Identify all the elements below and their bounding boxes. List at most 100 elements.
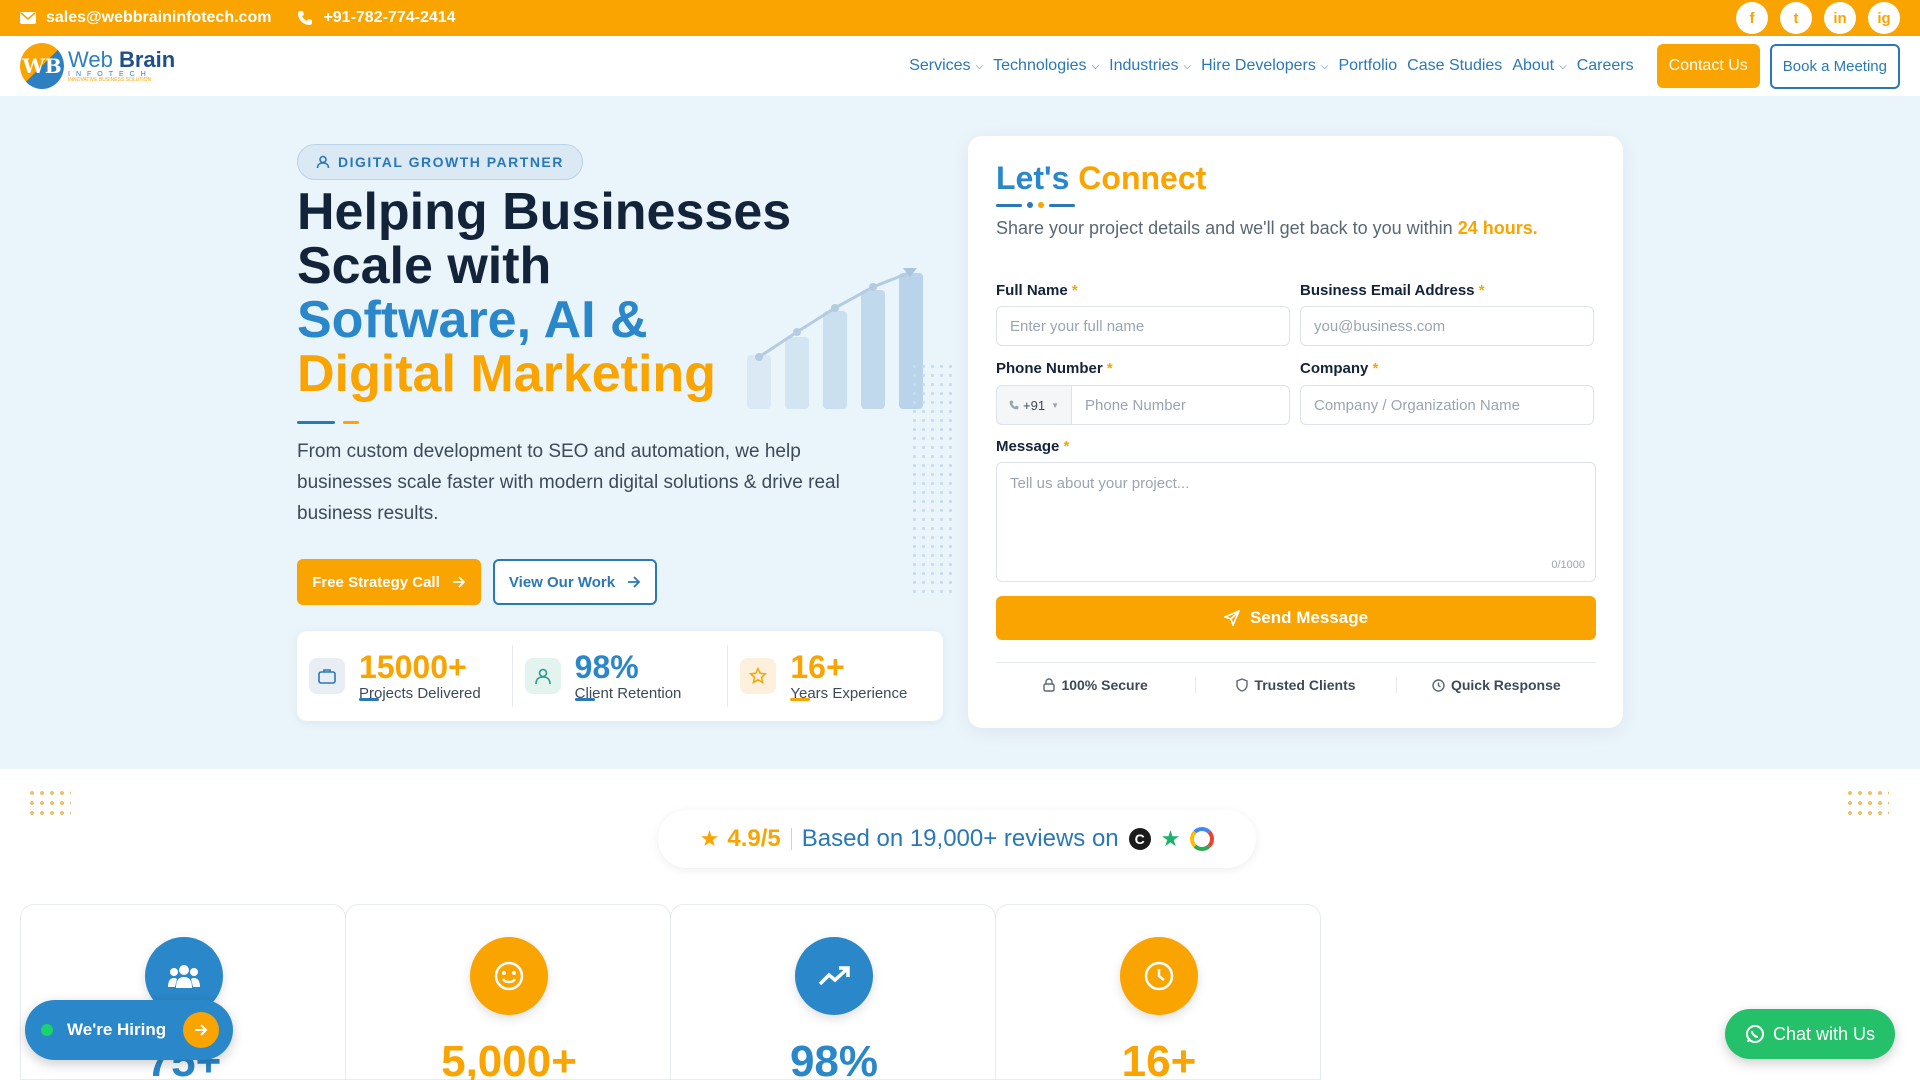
rating-score: 4.9/5	[727, 825, 781, 852]
message-counter: 0/1000	[1551, 559, 1585, 571]
hiring-widget[interactable]: We're Hiring	[25, 1000, 233, 1060]
phone-text: +91-782-774-2414	[323, 9, 456, 26]
smile-icon	[470, 937, 548, 1015]
chevron-down-icon: ⌵	[975, 60, 984, 72]
trust-response: Quick Response	[1397, 677, 1596, 693]
email-contact[interactable]: sales@webbraininfotech.com	[20, 9, 271, 27]
hero-badge: DIGITAL GROWTH PARTNER	[297, 144, 583, 180]
send-icon	[1223, 610, 1240, 626]
contact-us-button[interactable]: Contact Us	[1656, 44, 1760, 88]
star-icon: ★	[699, 826, 720, 851]
mail-icon	[20, 12, 36, 24]
status-dot	[41, 1024, 53, 1036]
full-name-input[interactable]: Enter your full name	[996, 306, 1290, 346]
decorative-dots-left	[27, 788, 71, 820]
nav-item-case-studies[interactable]: Case Studies	[1407, 57, 1502, 75]
email-text: sales@webbraininfotech.com	[46, 9, 272, 26]
clock-icon	[1432, 678, 1445, 692]
stat-projects: 15000+ Projects Delivered	[297, 645, 513, 707]
chat-with-us-button[interactable]: Chat with Us	[1725, 1009, 1895, 1059]
growth-chart-illustration	[747, 268, 923, 409]
social-links: f t in ig	[1736, 2, 1900, 34]
google-icon	[1190, 827, 1215, 851]
form-title-divider	[996, 202, 1595, 208]
nav-item-industries[interactable]: Industries ⌵	[1109, 57, 1191, 75]
nav-item-services[interactable]: Services ⌵	[909, 57, 983, 75]
phone-icon	[1009, 400, 1019, 410]
stat-card: 5,000+	[345, 904, 671, 1080]
view-our-work-button[interactable]: View Our Work	[493, 559, 657, 605]
clutch-icon: C	[1128, 828, 1151, 850]
form-subtitle: Share your project details and we'll get…	[996, 218, 1538, 238]
book-meeting-button[interactable]: Book a Meeting	[1769, 43, 1900, 89]
briefcase-icon	[309, 658, 345, 694]
linkedin-icon[interactable]: in	[1824, 2, 1856, 34]
nav-item-hire-developers[interactable]: Hire Developers ⌵	[1201, 57, 1328, 75]
form-title: Let's Connect	[996, 160, 1207, 196]
stat-value: 15000+	[359, 648, 467, 685]
stat-card: 16+	[995, 904, 1321, 1080]
company-label: Company *	[1300, 360, 1379, 377]
review-star-icon: ★	[1160, 826, 1181, 851]
rating-badge: ★ 4.9/5 Based on 19,000+ reviews on C ★	[658, 810, 1256, 868]
nav-item-about[interactable]: About ⌵	[1512, 57, 1566, 75]
email-input[interactable]: you@business.com	[1300, 306, 1594, 346]
country-code-select[interactable]: +91 ▼	[996, 385, 1072, 425]
email-label: Business Email Address *	[1300, 282, 1485, 299]
lock-icon	[1043, 678, 1056, 692]
chevron-down-icon: ⌵	[1559, 60, 1567, 72]
nav-menu: Services ⌵ Technologies ⌵ Industries ⌵ Hire…	[904, 43, 1900, 89]
phone-icon	[298, 11, 313, 25]
trust-clients: Trusted Clients	[1196, 677, 1397, 693]
site-logo[interactable]: WB Web Brain INFOTECH INNOVATIVE BUSINES…	[20, 43, 175, 89]
logo-name-1: Web	[68, 47, 113, 72]
stat-experience: 16+ Years Experience	[728, 645, 943, 707]
arrow-right-icon	[628, 576, 641, 588]
twitter-icon[interactable]: t	[1780, 2, 1812, 34]
free-strategy-call-button[interactable]: Free Strategy Call	[297, 559, 481, 605]
hero-section	[0, 96, 1920, 769]
user-icon	[316, 155, 330, 169]
stat-card-value: 5,000+	[441, 1037, 577, 1080]
send-message-button[interactable]: Send Message	[996, 596, 1596, 640]
stat-card-value: 98%	[789, 1037, 879, 1080]
trust-indicators: 100% Secure Trusted Clients Quick Respon…	[996, 662, 1596, 693]
decorative-dots-right	[1845, 788, 1889, 820]
nav-item-portfolio[interactable]: Portfolio	[1338, 57, 1397, 75]
company-input[interactable]: Company / Organization Name	[1300, 385, 1594, 425]
logo-name-2: Brain	[118, 47, 176, 72]
dot-pattern	[910, 362, 954, 596]
chevron-down-icon: ▼	[1051, 400, 1059, 410]
hero-stats: 15000+ Projects Delivered 98% Client Ret…	[297, 631, 943, 721]
message-textarea[interactable]: Tell us about your project... 0/1000	[996, 462, 1596, 582]
chevron-down-icon: ⌵	[1091, 60, 1100, 72]
clock-icon	[1120, 937, 1198, 1015]
chevron-down-icon: ⌵	[1320, 60, 1329, 72]
instagram-icon[interactable]: ig	[1868, 2, 1900, 34]
phone-input[interactable]: Phone Number	[1071, 385, 1290, 425]
stat-retention: 98% Client Retention	[513, 645, 729, 707]
stat-card: 98%	[670, 904, 996, 1080]
nav-item-careers[interactable]: Careers	[1577, 57, 1634, 75]
stat-value: 16+	[790, 648, 845, 685]
star-icon	[740, 658, 777, 694]
arrow-right-icon	[452, 576, 466, 588]
title-divider	[297, 421, 359, 424]
top-contact-bar: sales@webbraininfotech.com +91-782-774-2…	[0, 0, 1920, 36]
phone-label: Phone Number *	[996, 360, 1113, 377]
facebook-icon[interactable]: f	[1736, 2, 1768, 34]
logo-mark: WB	[20, 43, 64, 89]
main-navigation: WB Web Brain INFOTECH INNOVATIVE BUSINES…	[0, 36, 1920, 96]
whatsapp-icon	[1745, 1025, 1764, 1043]
nav-item-technologies[interactable]: Technologies ⌵	[993, 57, 1099, 75]
full-name-label: Full Name *	[996, 282, 1078, 299]
client-icon	[524, 658, 561, 694]
hero-title: Helping Businesses Scale with Software, …	[297, 183, 792, 403]
chevron-down-icon: ⌵	[1183, 60, 1192, 72]
contact-form-card: Let's Connect Share your project details…	[968, 136, 1623, 728]
phone-contact[interactable]: +91-782-774-2414	[297, 9, 456, 27]
rating-text: Based on 19,000+ reviews on	[801, 825, 1119, 852]
message-label: Message *	[996, 438, 1070, 455]
stat-value: 98%	[574, 648, 639, 685]
trust-secure: 100% Secure	[996, 677, 1197, 693]
